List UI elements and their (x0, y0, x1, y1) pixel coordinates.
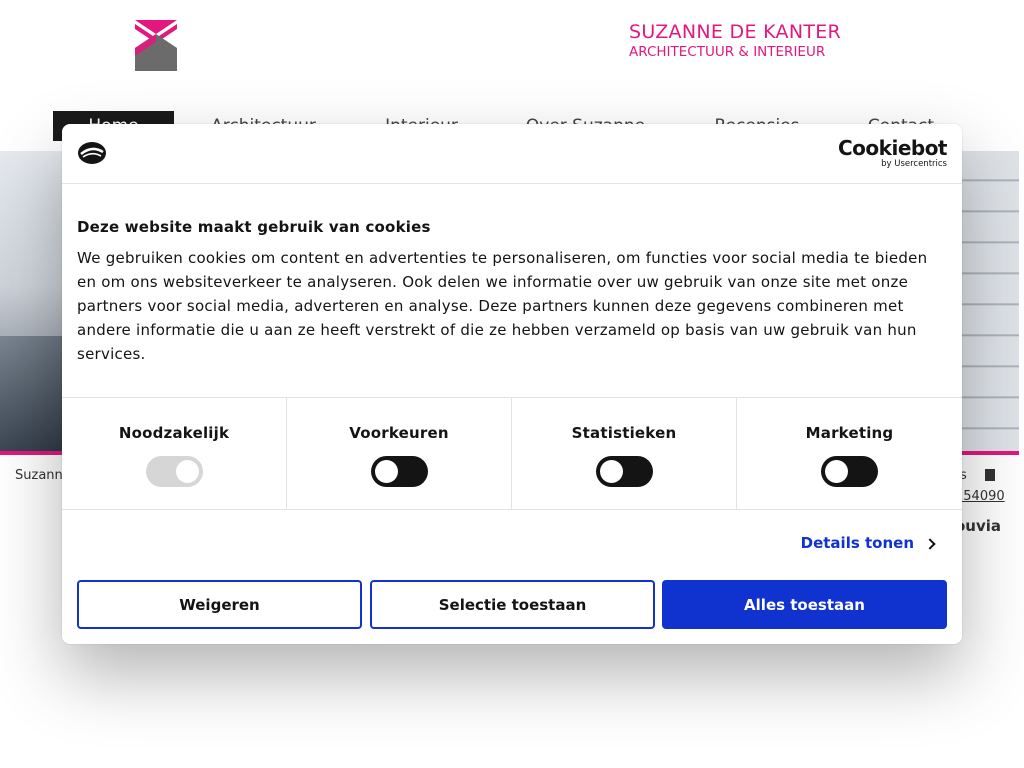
cookie-categories: Noodzakelijk Voorkeuren Statistieken Mar… (62, 397, 962, 510)
dialog-header: Cookiebot by Usercentrics (62, 124, 962, 184)
toggle-knob (825, 460, 848, 483)
chevron-right-icon (924, 537, 936, 550)
toggle-knob (375, 460, 398, 483)
category-label: Voorkeuren (349, 424, 449, 442)
cookiebot-icon (77, 141, 107, 165)
deny-button[interactable]: Weigeren (77, 580, 362, 629)
show-details-label: Details tonen (800, 534, 914, 552)
category-label: Marketing (805, 424, 894, 442)
show-details-link[interactable]: Details tonen (800, 534, 936, 552)
toggle-voorkeuren[interactable] (371, 456, 428, 487)
dialog-description: We gebruiken cookies om content en adver… (77, 249, 928, 363)
cookiebot-logo[interactable]: Cookiebot by Usercentrics (838, 136, 948, 169)
toggle-knob (176, 460, 199, 483)
cookiebot-logo-sub: by Usercentrics (881, 159, 947, 169)
dialog-title: Deze website maakt gebruik van cookies (77, 218, 431, 236)
cookiebot-logo-text: Cookiebot (838, 136, 948, 160)
cookie-consent-dialog: Cookiebot by Usercentrics Deze website m… (62, 124, 962, 644)
category-label: Noodzakelijk (118, 424, 230, 442)
category-voorkeuren: Voorkeuren (287, 398, 512, 510)
toggle-statistieken[interactable] (596, 456, 653, 487)
toggle-marketing[interactable] (821, 456, 878, 487)
allow-all-button[interactable]: Alles toestaan (662, 580, 947, 629)
dialog-body: Deze website maakt gebruik van cookies W… (77, 216, 949, 366)
allow-selection-button[interactable]: Selectie toestaan (370, 580, 655, 629)
category-statistieken: Statistieken (512, 398, 737, 510)
toggle-noodzakelijk (146, 456, 203, 487)
category-label: Statistieken (571, 424, 677, 442)
category-noodzakelijk: Noodzakelijk (62, 398, 287, 510)
category-marketing: Marketing (737, 398, 962, 510)
toggle-knob (600, 460, 623, 483)
